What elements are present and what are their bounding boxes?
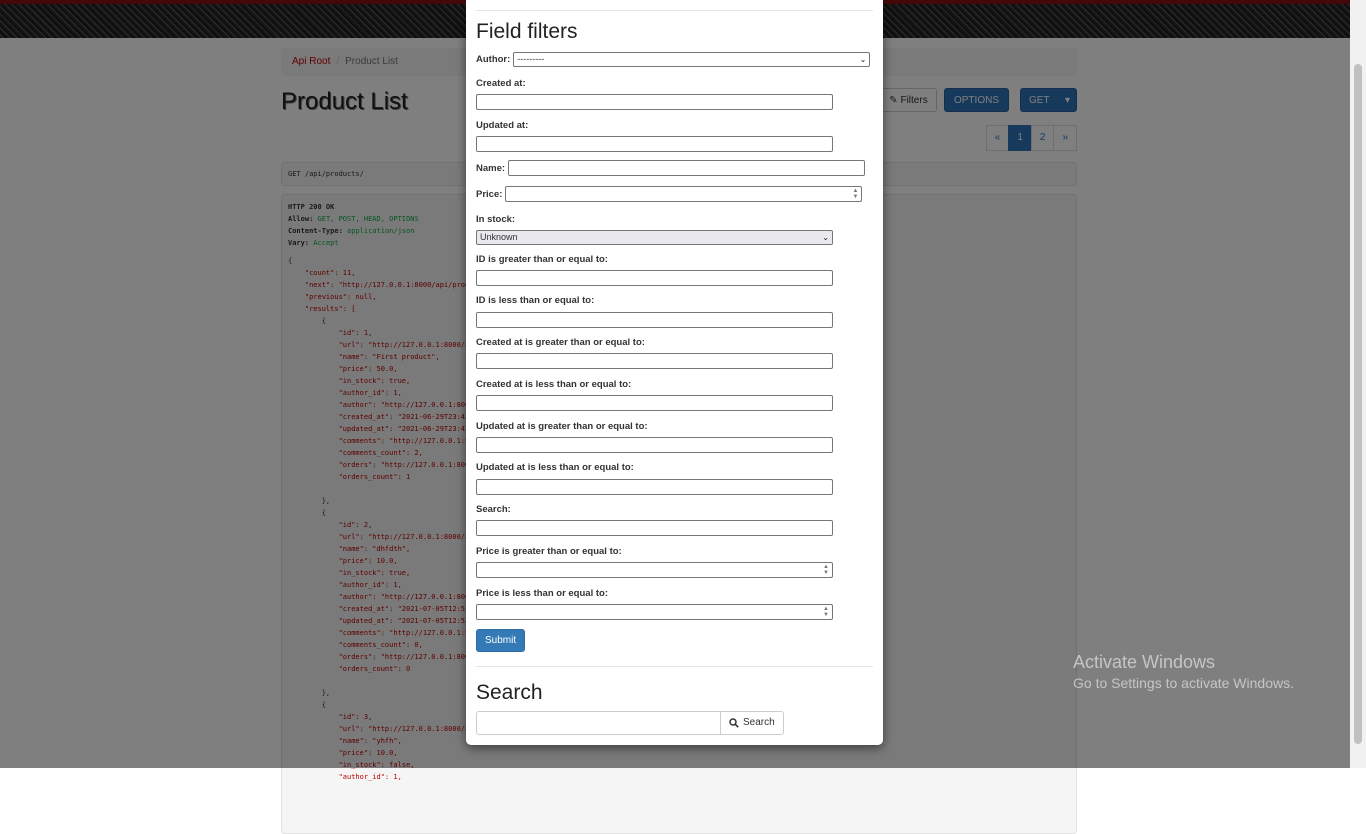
price-gte-input[interactable]: ▲ ▼	[476, 562, 833, 578]
updated-at-label: Updated at:	[476, 120, 529, 131]
price-input[interactable]: ▲ ▼	[505, 186, 863, 202]
price-row: Price: ▲ ▼	[476, 186, 863, 202]
id-gte-label: ID is greater than or equal to:	[476, 254, 608, 265]
updated-gte-label: Updated at is greater than or equal to:	[476, 421, 648, 432]
submit-button[interactable]: Submit	[476, 629, 526, 652]
id-gte-input[interactable]	[476, 270, 833, 286]
created-at-input[interactable]	[476, 94, 833, 110]
in-stock-select[interactable]: Unknown ⌄	[476, 230, 833, 245]
author-label: Author:	[476, 54, 511, 65]
in-stock-label: In stock:	[476, 214, 516, 225]
author-select-value: ---------	[517, 54, 545, 64]
search-form: Search	[476, 711, 784, 735]
scrollbar-thumb[interactable]	[1354, 64, 1362, 744]
number-spinner-icon[interactable]: ▲ ▼	[852, 188, 858, 200]
name-input[interactable]	[508, 160, 866, 176]
created-lte-input[interactable]	[476, 395, 833, 411]
page-scrollbar[interactable]	[1350, 0, 1366, 768]
filters-modal: Field filters Author: --------- ⌄ Create…	[466, 0, 883, 745]
number-spinner-icon[interactable]: ▲ ▼	[823, 606, 829, 618]
updated-at-input[interactable]	[476, 136, 833, 152]
price-lte-label: Price is less than or equal to:	[476, 588, 608, 599]
updated-lte-input[interactable]	[476, 479, 833, 495]
price-lte-input[interactable]: ▲ ▼	[476, 604, 833, 620]
modal-top-divider	[476, 10, 873, 11]
created-at-label: Created at:	[476, 78, 526, 89]
price-label: Price:	[476, 188, 503, 200]
id-lte-label: ID is less than or equal to:	[476, 295, 595, 306]
search-button-label: Search	[743, 717, 775, 728]
id-lte-input[interactable]	[476, 312, 833, 328]
created-lte-label: Created at is less than or equal to:	[476, 379, 632, 390]
chevron-down-icon: ⌄	[822, 233, 829, 242]
watermark-line-2: Go to Settings to activate Windows.	[1073, 675, 1294, 691]
author-row: Author: --------- ⌄	[476, 52, 871, 67]
search-title: Search	[476, 681, 543, 704]
chevron-down-icon: ⌄	[859, 55, 867, 64]
response-body-line: "author_id": 1,	[288, 773, 402, 781]
search-input[interactable]	[476, 711, 721, 735]
windows-activation-watermark: Activate Windows Go to Settings to activ…	[1073, 652, 1294, 691]
search-icon	[729, 718, 739, 728]
field-filters-title: Field filters	[476, 20, 578, 43]
name-row: Name:	[476, 160, 866, 176]
price-gte-label: Price is greater than or equal to:	[476, 546, 622, 557]
created-gte-input[interactable]	[476, 353, 833, 369]
author-select[interactable]: --------- ⌄	[513, 52, 871, 67]
name-label: Name:	[476, 162, 506, 174]
search-field-label: Search:	[476, 504, 511, 515]
search-button[interactable]: Search	[721, 711, 784, 735]
updated-gte-input[interactable]	[476, 437, 833, 453]
updated-lte-label: Updated at is less than or equal to:	[476, 462, 634, 473]
number-spinner-icon[interactable]: ▲ ▼	[823, 564, 829, 576]
modal-divider	[476, 666, 873, 667]
in-stock-select-value: Unknown	[480, 232, 518, 242]
watermark-line-1: Activate Windows	[1073, 652, 1216, 672]
search-field-input[interactable]	[476, 520, 833, 536]
created-gte-label: Created at is greater than or equal to:	[476, 337, 645, 348]
